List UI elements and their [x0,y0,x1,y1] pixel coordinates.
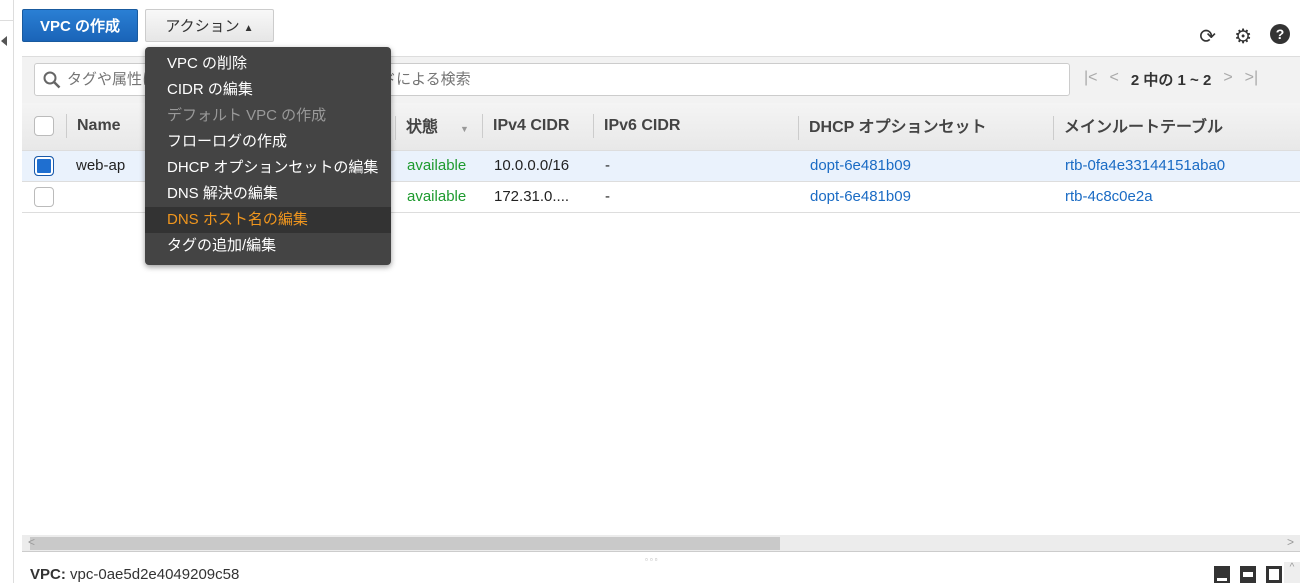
menu-item-edit-dns-hostnames[interactable]: DNS ホスト名の編集 [145,207,391,233]
cell-route-link[interactable]: rtb-0fa4e33144151aba0 [1053,150,1300,182]
row-checkbox[interactable] [34,186,54,207]
cell-state: available [395,181,482,213]
layout-full-icon[interactable] [1266,566,1282,583]
layout-bottom-icon[interactable] [1214,566,1230,583]
actions-menu: VPC の削除 CIDR の編集 デフォルト VPC の作成 フローログの作成 … [145,47,391,265]
actions-label: アクション [165,18,240,35]
search-icon [43,71,61,88]
menu-item-edit-dns-resolution[interactable]: DNS 解決の編集 [145,181,391,207]
cell-dhcp-link[interactable]: dopt-6e481b09 [798,181,1053,213]
menu-item-delete-vpc[interactable]: VPC の削除 [145,51,391,77]
selected-vpc-label: VPC: vpc-0ae5d2e4049209c58 [30,566,240,583]
column-header-ipv4[interactable]: IPv4 CIDR [482,103,593,151]
horizontal-scrollbar[interactable]: < > [22,535,1300,552]
cell-ipv6: - [593,181,798,213]
select-all-checkbox[interactable] [34,116,54,137]
scroll-up-icon[interactable]: ^ [1284,562,1300,583]
cell-route-link[interactable]: rtb-4c8c0e2a [1053,181,1300,213]
refresh-icon[interactable]: ⟳ [1199,24,1216,49]
menu-item-edit-dhcp-options[interactable]: DHCP オプションセットの編集 [145,155,391,181]
gear-icon[interactable]: ⚙ [1234,24,1252,49]
pagination: |< < 2 中の 1 ~ 2 > >| [1084,69,1258,90]
row-checkbox[interactable] [34,155,54,176]
next-page-button[interactable]: > [1223,69,1232,90]
actions-button[interactable]: アクション ▲ [145,9,274,42]
selected-vpc-id: vpc-0ae5d2e4049209c58 [70,566,240,583]
create-vpc-button[interactable]: VPC の作成 [22,9,138,42]
chevron-up-icon: ▲ [243,23,254,34]
sidebar-edge [0,0,14,583]
menu-item-create-flow-log[interactable]: フローログの作成 [145,129,391,155]
cell-ipv4: 10.0.0.0/16 [482,150,593,182]
menu-item-edit-cidr[interactable]: CIDR の編集 [145,77,391,103]
scroll-right-icon[interactable]: > [1287,535,1294,549]
cell-dhcp-link[interactable]: dopt-6e481b09 [798,150,1053,182]
help-icon[interactable]: ? [1270,24,1290,44]
page-info: 2 中の 1 ~ 2 [1130,72,1212,89]
collapse-sidebar-icon[interactable] [1,36,7,46]
layout-split-icon[interactable] [1240,566,1256,583]
menu-item-edit-tags[interactable]: タグの追加/編集 [145,233,391,259]
first-page-button[interactable]: |< [1084,69,1098,90]
scrollbar-thumb[interactable] [30,537,780,550]
column-header-dhcp[interactable]: DHCP オプションセット [798,103,1053,151]
column-header-state[interactable]: 状態 ▼ [395,103,482,151]
scroll-left-icon[interactable]: < [28,535,35,549]
column-header-ipv6[interactable]: IPv6 CIDR [593,103,798,151]
last-page-button[interactable]: >| [1245,69,1259,90]
resize-handle[interactable]: ▫▫▫ [645,555,660,564]
menu-item-create-default-vpc: デフォルト VPC の作成 [167,107,327,124]
cell-state: available [395,150,482,182]
cell-ipv6: - [593,150,798,182]
select-all-header [22,103,66,151]
prev-page-button[interactable]: < [1110,69,1119,90]
column-header-main-route[interactable]: メインルートテーブル [1053,103,1300,151]
cell-ipv4: 172.31.0.... [482,181,593,213]
